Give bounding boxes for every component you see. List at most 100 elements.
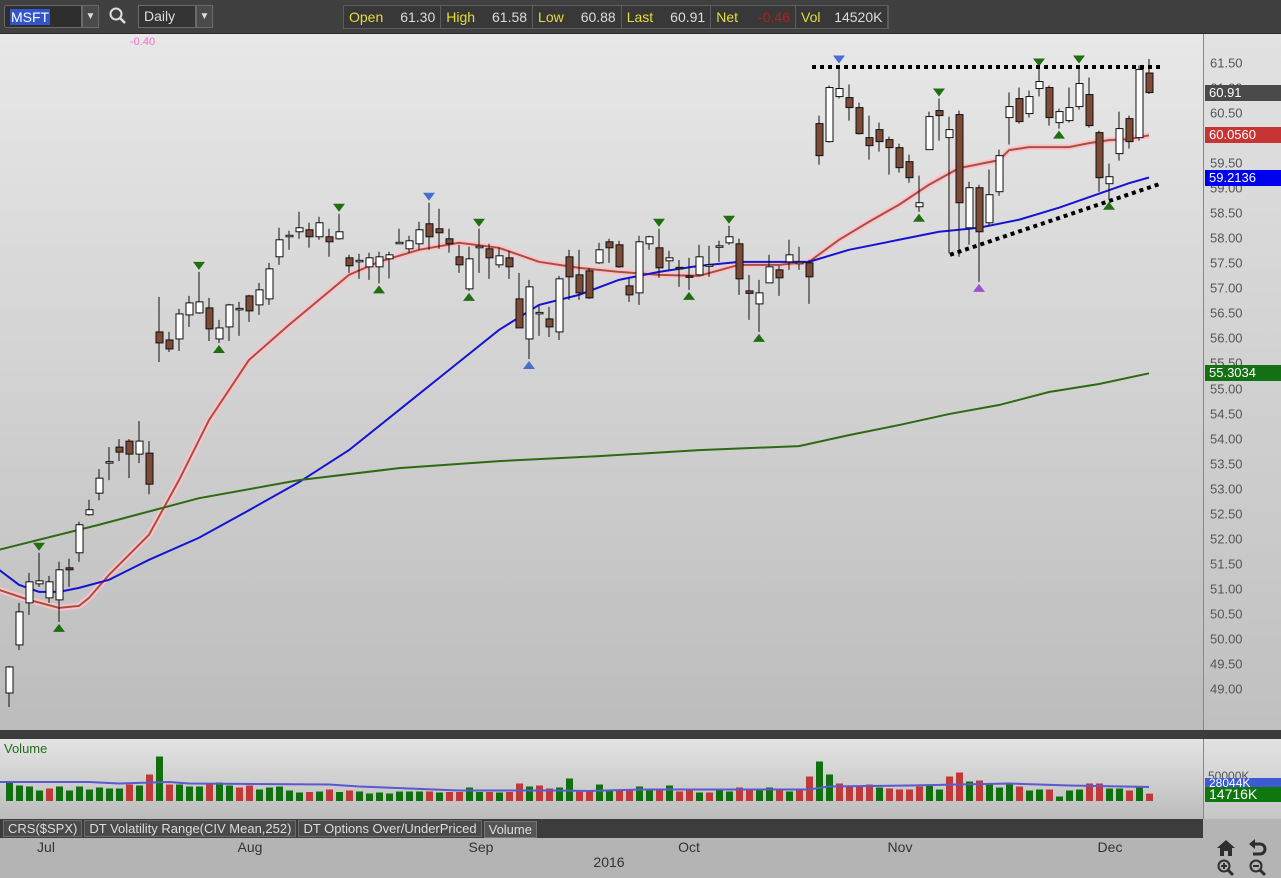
candle-body	[345, 257, 354, 267]
volume-bar	[126, 784, 133, 801]
time-axis[interactable]: Jul Aug Sep Oct Nov Dec 2016	[0, 838, 1203, 878]
candle	[1125, 115, 1134, 149]
zoom-in-icon[interactable]	[1216, 859, 1236, 877]
volume-bar	[1016, 786, 1023, 801]
volume-bar	[406, 791, 413, 801]
candle	[125, 439, 134, 479]
candle-body	[965, 187, 974, 229]
volume-bar	[36, 790, 43, 801]
quote-value: 61.30	[400, 9, 436, 25]
candle-body	[335, 231, 344, 240]
zoom-out-icon[interactable]	[1248, 859, 1268, 877]
signal-up-triangle-icon	[683, 291, 695, 300]
signal-up-triangle-icon	[523, 360, 535, 369]
candle	[235, 301, 244, 336]
moving-average-line	[0, 372, 1150, 551]
candle	[225, 303, 234, 341]
candle-body	[805, 262, 814, 278]
quote-label: Low	[538, 9, 564, 25]
y-tick-label: 59.50	[1210, 155, 1243, 171]
volume-bar	[216, 782, 223, 801]
interval-dropdown-button[interactable]: ▼	[196, 5, 213, 28]
home-icon[interactable]	[1216, 839, 1236, 857]
candle-body	[355, 259, 364, 263]
quote-high: High 61.58	[441, 6, 534, 28]
candle	[625, 278, 634, 302]
volume-axis: 50000K 0 28044K 14716K	[1203, 739, 1281, 819]
volume-bar	[776, 789, 783, 801]
candle-body	[185, 302, 194, 316]
candle	[555, 275, 564, 340]
candle	[85, 499, 94, 516]
candle	[515, 272, 524, 329]
candle-body	[85, 509, 94, 516]
candle	[1015, 87, 1024, 124]
symbol-text: MSFT	[10, 9, 51, 25]
study-tab[interactable]: DT Volatility Range(CIV Mean,252)	[84, 820, 297, 837]
volume-bar	[946, 776, 953, 801]
volume-bar	[606, 790, 613, 801]
candle-body	[425, 223, 434, 238]
panel-separator[interactable]	[0, 730, 1281, 739]
candle	[315, 216, 324, 240]
volume-bar	[396, 791, 403, 801]
quote-label: Vol	[801, 9, 821, 25]
candle	[725, 225, 734, 245]
candle	[695, 244, 704, 276]
y-tick-label: 55.00	[1210, 381, 1243, 397]
study-tab[interactable]: Volume	[483, 821, 537, 838]
volume-bar	[846, 786, 853, 801]
signal-up-triangle-icon	[373, 285, 385, 294]
y-tick-label: 57.50	[1210, 255, 1243, 271]
volume-bar	[146, 774, 153, 801]
quote-bar: Open 61.30 High 61.58 Low 60.88 Last 60.91 Net -0…	[343, 5, 890, 29]
volume-panel[interactable]: Volume	[0, 739, 1203, 819]
candle	[875, 122, 884, 152]
price-axis[interactable]: 61.5061.0060.5060.0059.5059.0058.5058.00…	[1203, 34, 1281, 730]
volume-bar	[506, 792, 513, 801]
candle-body	[1055, 111, 1064, 124]
candle	[645, 235, 654, 250]
volume-bar	[376, 792, 383, 801]
volume-bar	[386, 793, 393, 801]
candle-body	[1115, 128, 1124, 155]
volume-bar	[446, 792, 453, 801]
symbol-dropdown-button[interactable]: ▼	[82, 5, 99, 28]
candle-body	[715, 245, 724, 248]
candle-body	[135, 440, 144, 455]
symbol-input[interactable]: MSFT	[4, 5, 82, 28]
candle-body	[925, 116, 934, 151]
candle-body	[95, 477, 104, 494]
undo-icon[interactable]	[1248, 839, 1268, 857]
volume-bar	[306, 792, 313, 801]
candle	[5, 665, 14, 708]
y-tick-label: 50.00	[1210, 631, 1243, 647]
price-chart-panel[interactable]	[0, 34, 1203, 730]
search-icon[interactable]	[108, 6, 128, 26]
signal-up-triangle-icon	[213, 344, 225, 353]
candle	[845, 84, 854, 121]
candle-body	[475, 245, 484, 249]
signal-down-triangle-icon	[723, 215, 735, 224]
volume-bar	[526, 786, 533, 801]
candle	[305, 222, 314, 248]
volume-bar	[876, 787, 883, 801]
candle	[665, 250, 674, 270]
volume-bar	[326, 789, 333, 801]
candle-body	[585, 270, 594, 299]
candle	[1115, 111, 1124, 161]
candle-body	[615, 244, 624, 268]
volume-bar	[786, 791, 793, 801]
volume-bar	[986, 783, 993, 801]
quote-label: Open	[349, 9, 384, 25]
candle-body	[595, 249, 604, 264]
study-tab[interactable]: CRS($SPX)	[3, 820, 83, 837]
candle	[895, 143, 904, 173]
volume-bar	[426, 791, 433, 801]
candle-body	[175, 313, 184, 340]
volume-bar	[166, 784, 173, 801]
quote-value: 61.58	[492, 9, 528, 25]
study-tab[interactable]: DT Options Over/UnderPriced	[298, 820, 482, 837]
volume-bar	[1126, 790, 1133, 801]
interval-select[interactable]: Daily	[138, 5, 196, 28]
